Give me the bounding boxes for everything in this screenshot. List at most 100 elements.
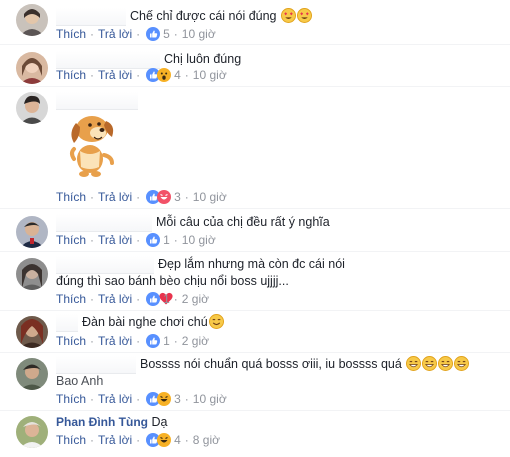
comment-actions: Thích · Trả lời · 4 · 10 giờ — [56, 68, 227, 82]
reaction-count[interactable]: 3 — [174, 392, 181, 406]
author-name-hidden[interactable] — [56, 92, 138, 110]
reply-link[interactable]: Trả lời — [98, 292, 132, 306]
reactions[interactable] — [146, 27, 161, 41]
avatar[interactable] — [16, 92, 48, 124]
reaction-count[interactable]: 4 — [174, 433, 181, 447]
like-link[interactable]: Thích — [56, 27, 86, 41]
divider — [0, 251, 510, 252]
author-name[interactable]: Bao Anh — [56, 373, 103, 390]
reply-link[interactable]: Trả lời — [98, 334, 132, 348]
separator: · — [184, 190, 189, 204]
wow-reaction-icon — [157, 68, 172, 82]
timestamp[interactable]: 10 giờ — [182, 233, 216, 247]
author-name-hidden[interactable] — [56, 214, 152, 232]
avatar[interactable] — [16, 316, 48, 348]
reply-link[interactable]: Trả lời — [98, 68, 132, 82]
avatar[interactable] — [16, 258, 48, 290]
like-reaction-icon — [146, 334, 161, 348]
comment-text: Chế chỉ được cái nói đúng — [130, 8, 312, 28]
avatar[interactable] — [16, 358, 48, 390]
avatar[interactable] — [16, 216, 48, 248]
dog-sticker-icon[interactable] — [66, 113, 118, 184]
separator: · — [184, 392, 189, 406]
haha-reaction-icon — [157, 190, 172, 204]
reaction-count[interactable]: 4 — [174, 68, 181, 82]
separator: · — [90, 392, 95, 406]
reaction-count[interactable]: 1 — [163, 233, 170, 247]
reactions[interactable] — [146, 392, 172, 406]
author-name[interactable]: Phan Đình Tùng — [56, 415, 148, 429]
reaction-count[interactable]: 1 — [163, 334, 170, 348]
like-link[interactable]: Thích — [56, 292, 86, 306]
grin-emoji-icon — [422, 356, 438, 376]
reactions[interactable] — [146, 190, 172, 204]
like-link[interactable]: Thích — [56, 433, 86, 447]
comment-text: Bossss nói chuẩn quá bosss ơiii, iu boss… — [140, 356, 470, 376]
separator: · — [90, 27, 95, 41]
reply-link[interactable]: Trả lời — [98, 27, 132, 41]
divider — [0, 310, 510, 311]
like-link[interactable]: Thích — [56, 190, 86, 204]
reactions[interactable] — [146, 433, 172, 447]
separator: · — [90, 292, 95, 306]
author-name-hidden[interactable] — [56, 356, 136, 374]
separator: · — [136, 292, 141, 306]
like-link[interactable]: Thích — [56, 68, 86, 82]
comment-text: Mỗi câu của chị đều rất ý nghĩa — [156, 215, 330, 229]
divider — [0, 208, 510, 209]
reactions[interactable] — [146, 233, 161, 247]
reply-link[interactable]: Trả lời — [98, 433, 132, 447]
like-reaction-icon — [146, 292, 161, 306]
timestamp[interactable]: 2 giờ — [182, 334, 209, 348]
timestamp[interactable]: 10 giờ — [182, 27, 216, 41]
author-name-hidden[interactable] — [56, 51, 160, 69]
separator: · — [173, 334, 178, 348]
comment-text: Phan Đình Tùng Dạ — [56, 415, 168, 429]
comment-actions: Thích · Trả lời · 3 · 10 giờ — [56, 392, 227, 406]
separator: · — [173, 233, 178, 247]
reactions[interactable] — [146, 292, 161, 306]
like-reaction-icon — [146, 233, 161, 247]
avatar[interactable] — [16, 52, 48, 84]
timestamp[interactable]: 10 giờ — [193, 68, 227, 82]
grin-emoji-icon — [454, 356, 470, 376]
timestamp[interactable]: 10 giờ — [193, 392, 227, 406]
divider — [0, 352, 510, 353]
like-link[interactable]: Thích — [56, 334, 86, 348]
reply-link[interactable]: Trả lời — [98, 392, 132, 406]
author-name-hidden[interactable] — [56, 8, 126, 26]
separator: · — [136, 190, 141, 204]
reactions[interactable] — [146, 334, 161, 348]
grin-emoji-icon — [438, 356, 454, 376]
separator: · — [136, 334, 141, 348]
avatar[interactable] — [16, 4, 48, 36]
separator: · — [184, 433, 189, 447]
like-link[interactable]: Thích — [56, 392, 86, 406]
divider — [0, 410, 510, 411]
reactions[interactable] — [146, 68, 172, 82]
timestamp[interactable]: 2 giờ — [182, 292, 209, 306]
comment-text: Đàn bài nghe chơi chú — [82, 314, 224, 334]
reaction-count[interactable]: 3 — [174, 190, 181, 204]
smile-emoji-icon — [208, 314, 224, 334]
reaction-count[interactable]: 5 — [163, 27, 170, 41]
reply-link[interactable]: Trả lời — [98, 190, 132, 204]
author-name-hidden[interactable] — [56, 314, 78, 332]
separator: · — [90, 233, 95, 247]
separator: · — [173, 292, 178, 306]
reply-link[interactable]: Trả lời — [98, 233, 132, 247]
haha-reaction-icon — [157, 433, 172, 447]
separator: · — [136, 233, 141, 247]
haha-reaction-icon — [157, 392, 172, 406]
reaction-count[interactable]: 1 — [163, 292, 170, 306]
separator: · — [173, 27, 178, 41]
separator: · — [90, 334, 95, 348]
like-link[interactable]: Thích — [56, 233, 86, 247]
timestamp[interactable]: 10 giờ — [193, 190, 227, 204]
avatar[interactable] — [16, 416, 48, 448]
grin-emoji-icon — [406, 356, 422, 376]
divider — [0, 86, 510, 87]
comment-actions: Thích · Trả lời · 3 · 10 giờ — [56, 190, 227, 204]
separator: · — [90, 433, 95, 447]
timestamp[interactable]: 8 giờ — [193, 433, 220, 447]
